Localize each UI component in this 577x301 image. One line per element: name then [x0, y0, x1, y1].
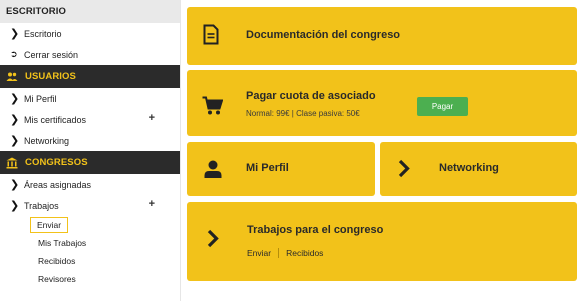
sidebar-subitem-revisores[interactable]: Revisores — [0, 270, 180, 288]
section-title-usuarios: USUARIOS — [25, 71, 76, 82]
chevron-right-icon — [398, 159, 410, 183]
sidebar-item-areas-asignadas[interactable]: ❯ Áreas asignadas — [0, 174, 180, 195]
sidebar-item-cerrar-sesion[interactable]: ➲ Cerrar sesión — [0, 44, 180, 65]
card-title: Pagar cuota de asociado — [246, 90, 376, 102]
shopping-cart-icon — [202, 96, 224, 121]
chevron-right-icon: ❯ — [10, 93, 20, 105]
sidebar-item-label: Mi Perfil — [24, 93, 57, 104]
sidebar-item-networking[interactable]: ❯ Networking — [0, 130, 180, 151]
user-icon — [204, 160, 222, 183]
sidebar: ESCRITORIO ❯ Escritorio ➲ Cerrar sesión … — [0, 0, 181, 301]
chevron-right-icon: ❯ — [10, 179, 20, 191]
sidebar-item-mis-certificados[interactable]: ❯ Mis certificados + — [0, 109, 180, 130]
link-enviar[interactable]: Enviar — [247, 248, 271, 258]
chevron-right-icon: ❯ — [10, 135, 20, 147]
card-networking[interactable]: Networking — [380, 142, 577, 196]
institution-icon — [6, 157, 18, 169]
card-title: Documentación del congreso — [246, 29, 401, 41]
card-subtitle: Normal: 99€ | Clase pasiva: 50€ — [246, 109, 360, 118]
card-title: Networking — [439, 162, 499, 174]
sidebar-subitem-enviar[interactable]: Enviar — [0, 216, 180, 234]
section-title-congresos: CONGRESOS — [25, 157, 88, 168]
sidebar-subitem-label: Mis Trabajos — [38, 238, 87, 248]
chevron-right-icon: ❯ — [10, 200, 20, 212]
card-documentacion[interactable]: Documentación del congreso — [187, 7, 577, 65]
sidebar-item-label: Cerrar sesión — [24, 49, 79, 60]
card-mi-perfil[interactable]: Mi Perfil — [187, 142, 375, 196]
link-divider — [278, 248, 280, 258]
sidebar-item-label: Escritorio — [24, 28, 62, 39]
document-icon — [203, 24, 219, 50]
card-title: Mi Perfil — [246, 162, 289, 174]
sidebar-item-escritorio[interactable]: ❯ Escritorio — [0, 23, 180, 44]
logout-icon: ➲ — [10, 49, 18, 59]
users-icon — [6, 71, 18, 83]
sidebar-item-label: Mis certificados — [24, 114, 87, 125]
section-header-escritorio: ESCRITORIO — [0, 0, 180, 23]
section-header-usuarios: USUARIOS — [0, 65, 180, 88]
card-links: Enviar Recibidos — [247, 248, 323, 258]
sidebar-item-label: Networking — [24, 135, 70, 146]
section-title-escritorio: ESCRITORIO — [6, 6, 66, 17]
expand-plus-icon[interactable]: + — [149, 112, 155, 124]
link-recibidos[interactable]: Recibidos — [286, 248, 323, 258]
expand-plus-icon[interactable]: + — [149, 198, 155, 210]
card-title: Trabajos para el congreso — [247, 224, 384, 236]
sidebar-subitem-label: Revisores — [38, 274, 76, 284]
card-trabajos: Trabajos para el congreso Enviar Recibid… — [187, 202, 577, 281]
sidebar-item-label: Trabajos — [24, 200, 59, 211]
sidebar-item-mi-perfil[interactable]: ❯ Mi Perfil — [0, 88, 180, 109]
sidebar-subitem-label: Recibidos — [38, 256, 76, 266]
pagar-button[interactable]: Pagar — [417, 97, 468, 116]
sidebar-item-label: Áreas asignadas — [24, 179, 92, 190]
section-header-congresos: CONGRESOS — [0, 151, 180, 174]
sidebar-subitem-label: Enviar — [30, 217, 69, 233]
sidebar-subitem-mis-trabajos[interactable]: Mis Trabajos — [0, 234, 180, 252]
chevron-right-icon: ❯ — [10, 28, 20, 40]
card-pagar-cuota: Pagar cuota de asociado Normal: 99€ | Cl… — [187, 70, 577, 136]
chevron-right-icon: ❯ — [10, 114, 20, 126]
chevron-right-icon — [207, 229, 219, 253]
sidebar-item-trabajos[interactable]: ❯ Trabajos + — [0, 195, 180, 216]
sidebar-subitem-recibidos[interactable]: Recibidos — [0, 252, 180, 270]
